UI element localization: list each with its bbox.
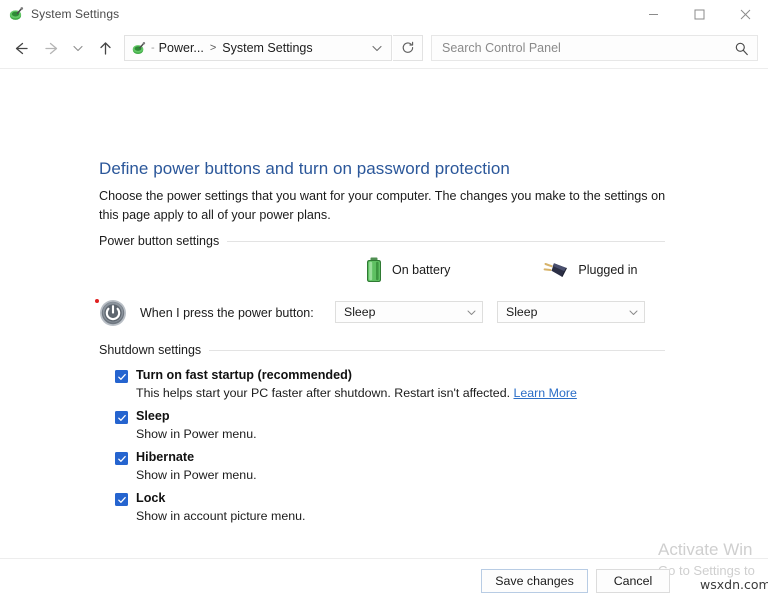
list-item: Sleep Show in Power menu. [115,409,675,443]
search-icon[interactable] [734,41,749,56]
save-changes-button[interactable]: Save changes [481,569,588,593]
forward-button[interactable] [36,33,66,63]
toolbar-divider [0,68,768,69]
checkbox-sleep[interactable] [115,411,128,424]
section-power-button-settings: Power button settings [99,234,665,248]
footer-divider [0,558,768,559]
close-button[interactable] [722,0,768,28]
checkbox-lock[interactable] [115,493,128,506]
breadcrumb-item-system-settings[interactable]: System Settings [222,41,312,55]
shutdown-settings-list: Turn on fast startup (recommended) This … [115,368,675,532]
refresh-button[interactable] [393,35,423,61]
close-icon [740,9,750,19]
power-button-plugged-in-dropdown[interactable]: Sleep [497,301,645,323]
learn-more-link[interactable]: Learn More [513,386,576,400]
chevron-down-icon [73,45,83,52]
section-heading: Shutdown settings [99,343,202,357]
control-panel-power-icon [132,41,146,54]
search-box[interactable] [431,35,758,61]
description-text: This helps start your PC faster after sh… [136,386,511,400]
breadcrumb-separator-dash: - [151,42,155,54]
power-button-icon [100,300,126,326]
checkbox-label: Hibernate [136,450,195,464]
list-item: Turn on fast startup (recommended) This … [115,368,675,402]
dropdown-value: Sleep [506,305,538,319]
column-header-on-battery: On battery [365,257,450,283]
checkbox-row-sleep[interactable]: Sleep [115,409,675,424]
power-button-on-battery-dropdown[interactable]: Sleep [335,301,483,323]
checkmark-icon [117,373,126,380]
breadcrumb-arrow-icon: > [209,42,217,54]
maximize-button[interactable] [676,0,722,28]
checkbox-row-hibernate[interactable]: Hibernate [115,450,675,465]
chevron-down-icon [372,45,382,52]
minimize-icon [648,13,658,15]
list-item: Hibernate Show in Power menu. [115,450,675,484]
power-button-setting-row: When I press the power button: [99,299,314,327]
forward-arrow-icon [44,42,57,54]
checkbox-label: Turn on fast startup (recommended) [136,368,352,382]
column-label: On battery [392,263,451,277]
up-arrow-icon [99,41,111,55]
column-header-plugged-in: Plugged in [543,260,637,280]
checkbox-label: Sleep [136,409,170,423]
checkmark-icon [117,414,126,421]
title-bar: System Settings [0,0,768,28]
checkbox-description: Show in Power menu. [136,427,257,441]
cancel-button[interactable]: Cancel [596,569,670,593]
maximize-icon [694,9,704,19]
page-title: Define power buttons and turn on passwor… [99,159,510,178]
chevron-down-icon [628,307,639,318]
checkbox-description: This helps start your PC faster after sh… [136,385,675,402]
column-label: Plugged in [578,263,638,277]
window-controls [630,0,768,28]
section-divider [227,240,665,242]
up-button[interactable] [90,33,120,63]
list-item: Lock Show in account picture menu. [115,491,675,525]
windows-activation-watermark: Activate Win Go to Settings to [658,539,755,580]
section-divider [209,349,665,351]
section-heading: Power button settings [99,234,220,248]
section-shutdown-settings: Shutdown settings [99,343,665,357]
checkbox-fast-startup[interactable] [115,370,128,383]
breadcrumb-item-power[interactable]: Power... [159,41,204,55]
checkmark-icon [117,496,126,503]
navigation-toolbar: - Power... > System Settings [0,28,768,68]
search-input[interactable] [442,41,734,55]
window-title: System Settings [31,7,120,21]
refresh-icon [402,41,413,53]
checkbox-hibernate[interactable] [115,452,128,465]
power-column-headers: On battery Plugged in [365,257,637,283]
recent-locations-button[interactable] [66,33,90,63]
minimize-button[interactable] [630,0,676,28]
checkbox-row-fast-startup[interactable]: Turn on fast startup (recommended) [115,368,675,383]
back-arrow-icon [15,42,28,54]
checkbox-label: Lock [136,491,166,505]
address-bar[interactable]: - Power... > System Settings [124,35,392,61]
dropdown-value: Sleep [344,305,376,319]
checkbox-description: Show in account picture menu. [136,509,306,523]
power-plug-icon [543,263,568,278]
page-description: Choose the power settings that you want … [99,189,666,222]
checkbox-description: Show in Power menu. [136,468,257,482]
control-panel-power-icon [9,7,24,20]
checkbox-row-lock[interactable]: Lock [115,491,675,506]
checkmark-icon [117,455,126,462]
back-button[interactable] [6,33,36,63]
chevron-down-icon [466,307,477,318]
battery-icon [367,257,381,282]
site-watermark: wsxdn.com [700,577,768,592]
power-button-row-label: When I press the power button: [140,306,314,320]
address-dropdown-button[interactable] [371,42,387,54]
